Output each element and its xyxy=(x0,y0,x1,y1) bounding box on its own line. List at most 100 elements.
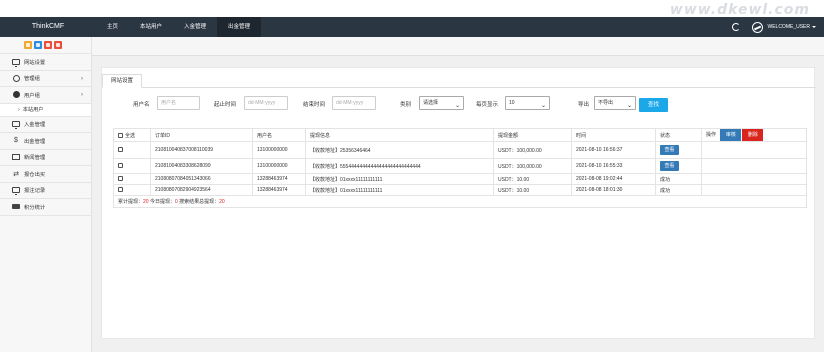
view-button[interactable]: 查看 xyxy=(660,161,679,171)
type-label: 类别 xyxy=(400,102,412,108)
row-checkbox[interactable] xyxy=(118,147,123,153)
audit-button[interactable]: 审核 xyxy=(720,129,742,141)
order-id-cell: 21081004083308628099 xyxy=(150,158,253,174)
content-panel: 网站设置 用户名 用户名 起止时间 dd-MM-yyyy 结束时间 dd-MM-… xyxy=(101,67,816,339)
start-time-input[interactable]: dd-MM-yyyy xyxy=(244,96,288,110)
sidebar-item-label: 报注记录 xyxy=(24,188,46,195)
sidebar-item-records[interactable]: 报注记录 xyxy=(0,183,91,199)
status-header: 状态 xyxy=(655,128,702,142)
action-cell xyxy=(701,141,807,159)
info-cell: 【收款地址】55544444444444444444444444444 xyxy=(305,158,494,174)
table-row: 21080807082904923564 13288463974 【收款地址】0… xyxy=(113,184,807,196)
info-cell: 【收款地址】01xxxx11111111111 xyxy=(305,173,494,185)
brand-logo[interactable]: ThinkCMF xyxy=(0,17,96,37)
user-area: WELCOME_USER xyxy=(732,17,816,37)
sidebar-subitem-site-users[interactable]: › 本站用户 xyxy=(0,103,91,117)
action-cell xyxy=(701,158,807,174)
table-header-row: 全选 订单ID 用户名 提现信息 提现金额 时间 状态 操作 审核 删除 xyxy=(113,128,807,142)
watermark: www.dkewl.com xyxy=(669,2,810,18)
sidebar-item-label: 入金管理 xyxy=(24,122,46,129)
nav-withdraw[interactable]: 出金管理 xyxy=(217,17,262,37)
nav-home[interactable]: 主页 xyxy=(96,17,129,37)
caret-down-icon[interactable] xyxy=(812,26,816,28)
view-button[interactable]: 查看 xyxy=(660,145,679,155)
action-cell xyxy=(701,173,807,185)
time-header: 时间 xyxy=(571,128,656,142)
search-button[interactable]: 查找 xyxy=(639,98,668,112)
refresh-icon[interactable] xyxy=(732,23,741,31)
delete-button[interactable]: 删除 xyxy=(742,129,764,141)
order-id-cell: 21080807084051343066 xyxy=(150,173,253,185)
avatar-icon[interactable] xyxy=(752,21,764,33)
tab-site-settings[interactable]: 网站设置 xyxy=(102,74,143,88)
sidebar: 网站设置 管理组 › 用户组 › › 本站用户 入金管理 $ 出金管理 新闻管理… xyxy=(0,37,92,352)
info-cell: 【收款地址】25356346464 xyxy=(305,141,494,159)
top-nav: 主页 本站用户 入金管理 出金管理 xyxy=(96,17,262,37)
order-id-cell: 21080807082904923564 xyxy=(150,184,253,196)
monitor-icon xyxy=(12,121,20,130)
quick-button-4[interactable] xyxy=(54,41,62,49)
nav-users[interactable]: 本站用户 xyxy=(129,17,173,37)
start-time-label: 起止时间 xyxy=(214,102,237,108)
sidebar-item-news[interactable]: 新闻管理 xyxy=(0,150,91,166)
sidebar-item-trade[interactable]: ⇄ 报仓出买 xyxy=(0,166,91,183)
total-label: 累计提现： xyxy=(118,199,144,205)
quick-buttons xyxy=(0,37,91,54)
dollar-icon: $ xyxy=(14,137,18,145)
time-cell: 2021-08-10 16:56:37 xyxy=(571,141,656,159)
top-bar: www.dkewl.com ThinkCMF 主页 本站用户 入金管理 出金管理… xyxy=(0,0,824,37)
username-cell: 13288463974 xyxy=(252,184,306,196)
sidebar-item-admin-group[interactable]: 管理组 › xyxy=(0,71,91,87)
quick-button-1[interactable] xyxy=(24,41,32,49)
news-icon xyxy=(12,154,20,161)
sidebar-item-user-group[interactable]: 用户组 › xyxy=(0,87,91,104)
type-select-value: 请选择 xyxy=(423,100,439,106)
sidebar-item-label: 用户组 xyxy=(24,92,40,99)
info-cell: 【收款地址】01xxxx11111111111 xyxy=(305,184,494,196)
time-cell: 2021-08-08 19:02:44 xyxy=(571,173,656,185)
quick-button-3[interactable] xyxy=(44,41,52,49)
summary-cell: 累计提现：20 今日提现：0 搜索结果总提现：20 xyxy=(113,195,807,208)
export-select-value: 不导出 xyxy=(598,100,614,106)
nav-deposit[interactable]: 入金管理 xyxy=(173,17,217,37)
amount-cell: USDT：100,000.00 xyxy=(493,141,572,159)
username-cell: 13288463974 xyxy=(252,173,306,185)
export-label: 导出 xyxy=(578,102,590,108)
main-content: 网站设置 用户名 用户名 起止时间 dd-MM-yyyy 结束时间 dd-MM-… xyxy=(92,37,824,352)
sidebar-item-label: 新闻管理 xyxy=(24,155,46,162)
sidebar-item-points[interactable]: 积分统计 xyxy=(0,199,91,216)
user-icon xyxy=(12,91,20,99)
type-select[interactable]: 请选择 ⌄ xyxy=(419,96,464,110)
amount-cell: USDT：10.00 xyxy=(493,184,572,196)
sidebar-item-label: 报仓出买 xyxy=(24,171,46,178)
amount-cell: USDT：10.00 xyxy=(493,173,572,185)
action-label: 操作 xyxy=(706,132,717,138)
username-label: 用户名 xyxy=(133,102,150,108)
export-select[interactable]: 不导出 ⌄ xyxy=(594,96,636,110)
bullet-icon: › xyxy=(18,106,20,113)
welcome-user[interactable]: WELCOME_USER xyxy=(767,24,810,30)
action-cell xyxy=(701,184,807,196)
quick-button-2[interactable] xyxy=(34,41,42,49)
time-cell: 2021-08-10 16:55:33 xyxy=(571,158,656,174)
swap-icon: ⇄ xyxy=(13,170,19,178)
username-input[interactable]: 用户名 xyxy=(157,96,200,110)
row-checkbox[interactable] xyxy=(118,163,123,169)
sidebar-item-label: 本站用户 xyxy=(22,107,44,113)
per-page-label: 每页显示 xyxy=(476,102,499,108)
per-page-select[interactable]: 10 ⌄ xyxy=(505,96,550,110)
checkbox[interactable] xyxy=(118,132,123,138)
end-time-input[interactable]: dd-MM-yyyy xyxy=(332,96,376,110)
status-success: 成功 xyxy=(655,173,702,185)
row-checkbox[interactable] xyxy=(118,176,123,182)
sidebar-item-label: 网站设置 xyxy=(24,59,46,66)
chevron-down-icon: ⌄ xyxy=(540,103,546,109)
select-all-header[interactable]: 全选 xyxy=(113,128,151,142)
summary-row: 累计提现：20 今日提现：0 搜索结果总提现：20 xyxy=(113,195,807,208)
sidebar-item-label: 积分统计 xyxy=(24,204,46,211)
order-id-header: 订单ID xyxy=(150,128,253,142)
sidebar-item-site-settings[interactable]: 网站设置 xyxy=(0,54,91,71)
row-checkbox[interactable] xyxy=(118,187,123,193)
sidebar-item-deposit[interactable]: 入金管理 xyxy=(0,117,91,133)
sidebar-item-withdraw[interactable]: $ 出金管理 xyxy=(0,133,91,150)
